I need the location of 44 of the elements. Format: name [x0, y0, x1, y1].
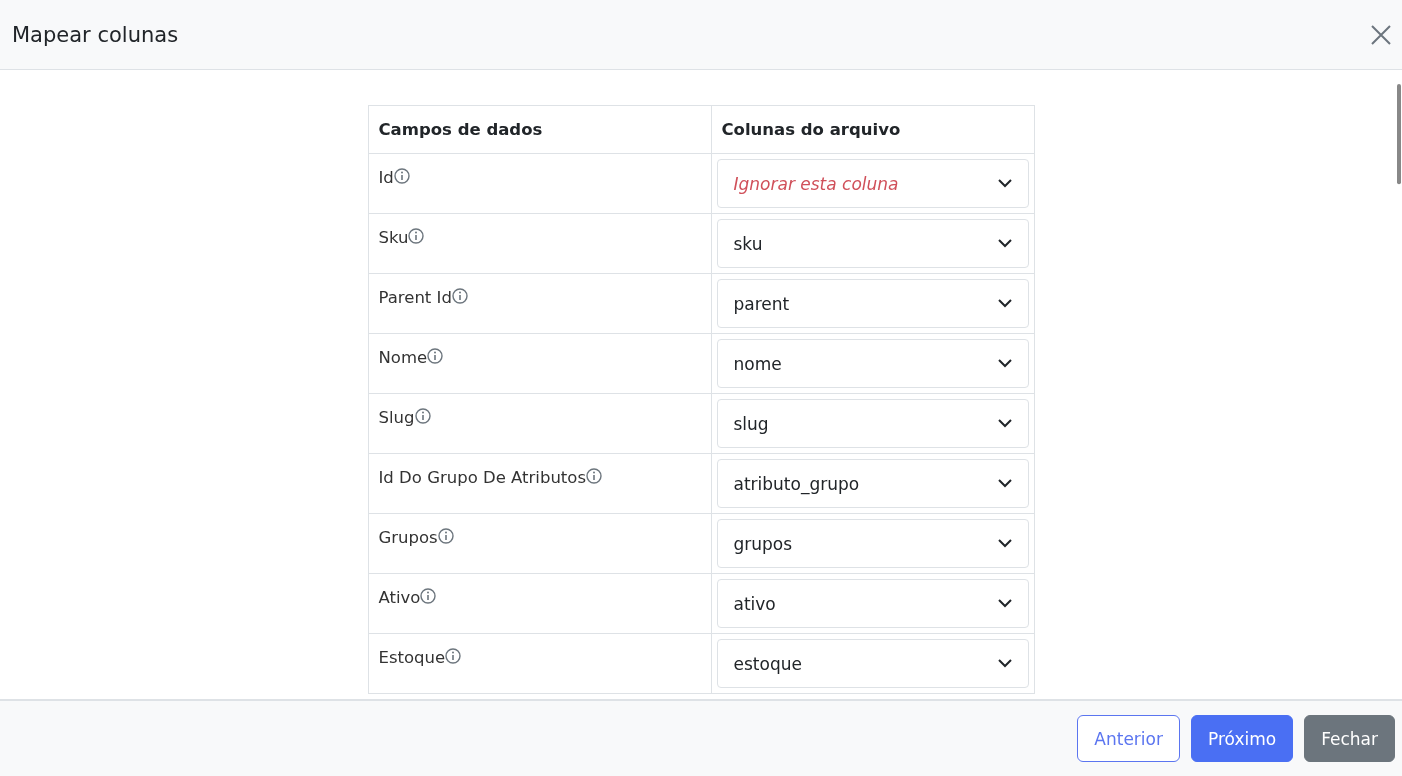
column-select[interactable]: slug: [716, 399, 1029, 448]
chevron-down-icon: [997, 599, 1012, 608]
field-label: Slug: [378, 408, 415, 427]
field-label: Id Do Grupo De Atributos: [378, 468, 586, 487]
field-label: Estoque: [378, 648, 446, 667]
chevron-down-icon: [997, 239, 1012, 248]
info-icon: [420, 588, 437, 604]
footer-button[interactable]: Fechar: [1304, 715, 1395, 762]
field-label: Parent Id: [378, 288, 452, 307]
column-header: Campos de dados: [368, 105, 711, 154]
info-icon: [586, 468, 602, 484]
column-select[interactable]: ativo: [716, 579, 1029, 628]
column-header: Colunas do arquivo: [711, 105, 1034, 154]
dialog-title: Mapear colunas: [12, 22, 179, 47]
info-icon: [445, 648, 462, 664]
chevron-down-icon: [997, 179, 1012, 188]
chevron-down-icon: [997, 479, 1012, 488]
field-label: Id: [378, 168, 394, 187]
info-icon: [437, 528, 454, 544]
info-icon: [451, 288, 468, 304]
column-select[interactable]: estoque: [716, 639, 1029, 688]
field-label: Nome: [378, 348, 428, 367]
footer-button[interactable]: Anterior: [1077, 715, 1180, 762]
footer-button[interactable]: Próximo: [1190, 715, 1294, 762]
chevron-down-icon: [997, 359, 1012, 368]
field-label: Ativo: [378, 588, 421, 607]
field-label: Sku: [378, 228, 409, 247]
info-icon: [427, 348, 444, 364]
field-label: Grupos: [378, 528, 438, 547]
column-select[interactable]: sku: [716, 219, 1029, 268]
info-icon: [408, 228, 425, 244]
chevron-down-icon: [997, 539, 1012, 548]
info-icon: [414, 408, 431, 424]
column-select[interactable]: grupos: [716, 519, 1029, 568]
column-select[interactable]: parent: [716, 279, 1029, 328]
scrollbar-thumb[interactable]: [1397, 84, 1401, 185]
chevron-down-icon: [997, 299, 1012, 308]
chevron-down-icon: [997, 419, 1012, 428]
chevron-down-icon: [997, 659, 1012, 668]
column-select[interactable]: atributo_grupo: [716, 459, 1029, 508]
column-select[interactable]: nome: [716, 339, 1029, 388]
column-select[interactable]: Ignorar esta coluna: [716, 159, 1029, 208]
info-icon: [393, 168, 410, 184]
close-icon: [1370, 23, 1392, 46]
